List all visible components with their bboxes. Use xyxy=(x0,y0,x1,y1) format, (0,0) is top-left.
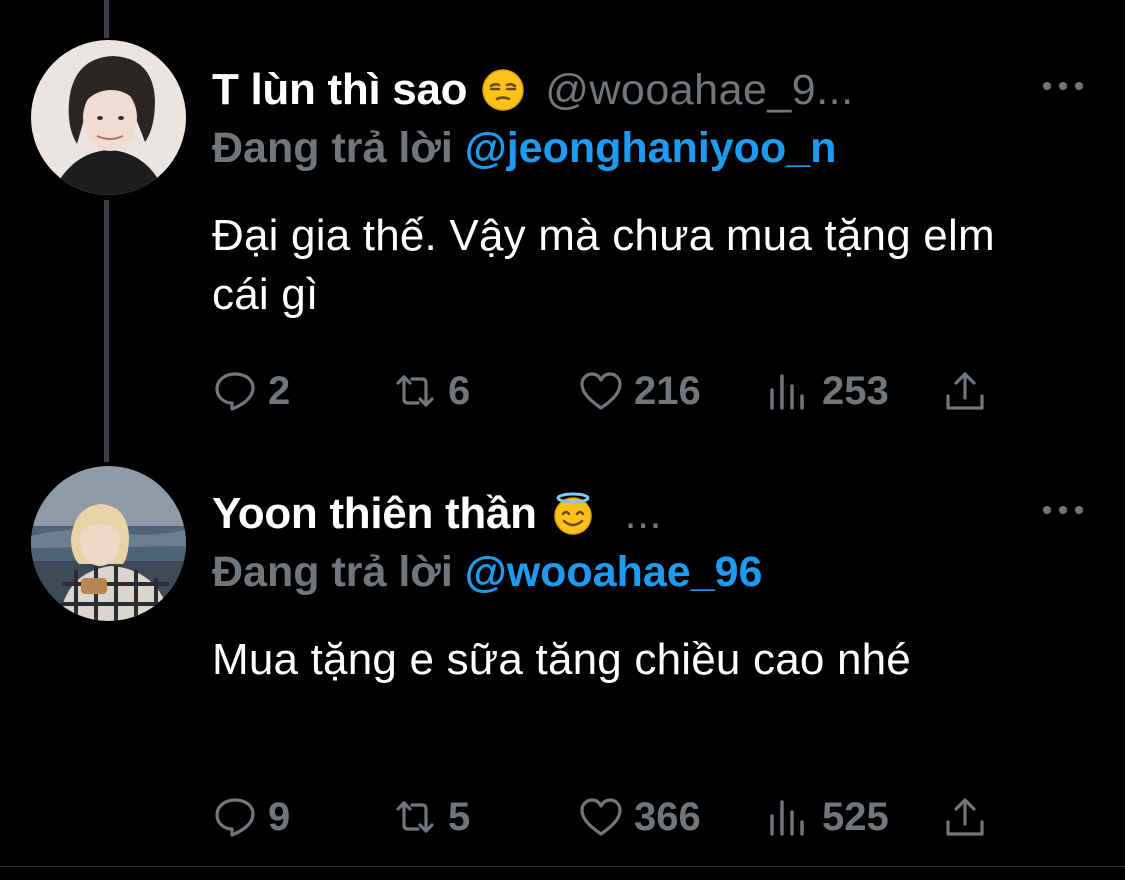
more-icon[interactable] xyxy=(1043,502,1083,518)
tweet-actions: 2 6 216 253 xyxy=(212,366,1012,416)
views-icon xyxy=(766,368,812,414)
reply-button[interactable]: 2 xyxy=(212,366,290,416)
share-button[interactable] xyxy=(942,792,988,842)
like-count: 216 xyxy=(634,368,701,413)
retweet-count: 6 xyxy=(448,368,471,413)
mention-link[interactable]: @wooahae_96 xyxy=(465,548,763,596)
tweet-actions: 9 5 366 525 xyxy=(212,792,1012,842)
reply-icon xyxy=(212,368,258,414)
tweet[interactable]: T lùn thì sao @wooahae_9... Đang trả lời… xyxy=(0,40,1125,450)
retweet-icon xyxy=(392,794,438,840)
tweet-text: Mua tặng e sữa tăng chiều cao nhé xyxy=(212,635,911,684)
replying-prefix: Đang trả lời xyxy=(212,548,453,596)
retweet-icon xyxy=(392,368,438,414)
display-name[interactable]: Yoon thiên thần xyxy=(212,489,537,539)
retweet-button[interactable]: 6 xyxy=(392,366,470,416)
tweet-text: Đại gia thế. Vậy mà chưa mua tặng elm cá… xyxy=(212,211,995,319)
mention-link[interactable]: @jeonghaniyoo_n xyxy=(465,124,837,172)
views-icon xyxy=(766,794,812,840)
retweet-button[interactable]: 5 xyxy=(392,792,470,842)
like-icon xyxy=(578,368,624,414)
like-button[interactable]: 216 xyxy=(578,366,701,416)
replying-to: Đang trả lời @jeonghaniyoo_n xyxy=(212,124,836,173)
reply-button[interactable]: 9 xyxy=(212,792,290,842)
divider xyxy=(0,866,1125,867)
retweet-count: 5 xyxy=(448,794,471,839)
tweet[interactable]: Yoon thiên thần ... Đang trả lời @wooaha… xyxy=(0,466,1125,864)
share-icon xyxy=(942,368,988,414)
views-count: 525 xyxy=(822,794,889,839)
views-count: 253 xyxy=(822,368,889,413)
unamused-face-emoji-icon xyxy=(481,68,525,112)
reply-count: 9 xyxy=(268,794,291,839)
tweet-header: Yoon thiên thần ... xyxy=(212,484,662,544)
like-button[interactable]: 366 xyxy=(578,792,701,842)
user-handle[interactable]: ... xyxy=(625,490,662,539)
reply-count: 2 xyxy=(268,368,291,413)
replying-prefix: Đang trả lời xyxy=(212,124,453,172)
thread-line-top xyxy=(104,0,109,38)
reply-icon xyxy=(212,794,258,840)
like-icon xyxy=(578,794,624,840)
smiling-face-with-halo-emoji-icon xyxy=(551,492,595,536)
views-button[interactable]: 525 xyxy=(766,792,889,842)
display-name[interactable]: T lùn thì sao xyxy=(212,65,468,115)
like-count: 366 xyxy=(634,794,701,839)
avatar[interactable] xyxy=(31,466,186,621)
share-button[interactable] xyxy=(942,366,988,416)
tweet-header: T lùn thì sao @wooahae_9... xyxy=(212,60,854,120)
more-icon[interactable] xyxy=(1043,78,1083,94)
replying-to: Đang trả lời @wooahae_96 xyxy=(212,548,762,597)
share-icon xyxy=(942,794,988,840)
user-handle[interactable]: @wooahae_9... xyxy=(545,66,853,115)
avatar[interactable] xyxy=(31,40,186,195)
views-button[interactable]: 253 xyxy=(766,366,889,416)
